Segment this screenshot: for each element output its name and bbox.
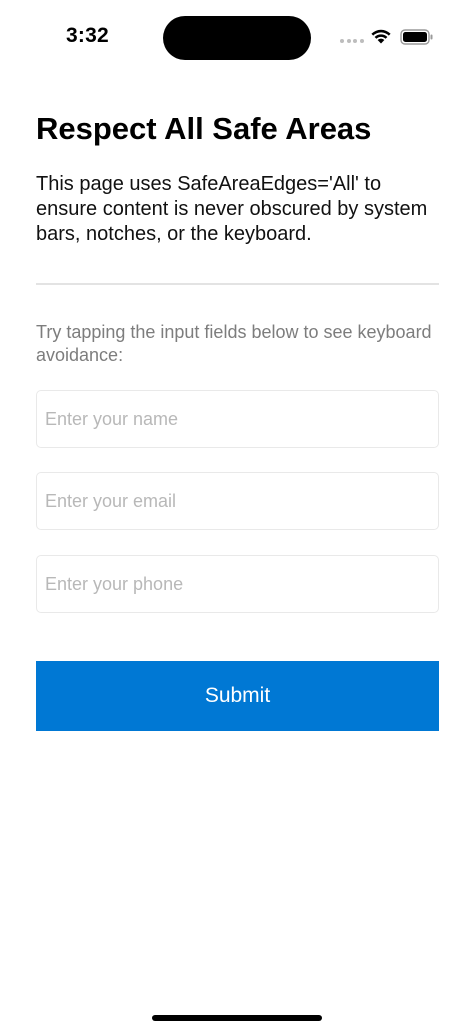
name-input[interactable] (36, 390, 439, 448)
wifi-icon (371, 29, 391, 44)
app-screen: 3:32 Respect All Safe Areas This page us… (0, 0, 474, 1030)
dynamic-island (163, 16, 311, 60)
page-description: This page uses SafeAreaEdges='All' to en… (36, 173, 428, 245)
divider (36, 283, 439, 285)
email-input[interactable] (36, 472, 439, 530)
submit-button[interactable]: Submit (36, 661, 439, 731)
hint-text: Try tapping the input fields below to se… (36, 322, 432, 365)
signal-dots-icon (340, 39, 364, 43)
page-title: Respect All Safe Areas (36, 111, 372, 146)
home-indicator[interactable] (152, 1015, 322, 1021)
battery-icon (400, 29, 433, 45)
phone-input[interactable] (36, 555, 439, 613)
status-bar: 3:32 (0, 0, 474, 76)
status-time: 3:32 (66, 24, 109, 47)
